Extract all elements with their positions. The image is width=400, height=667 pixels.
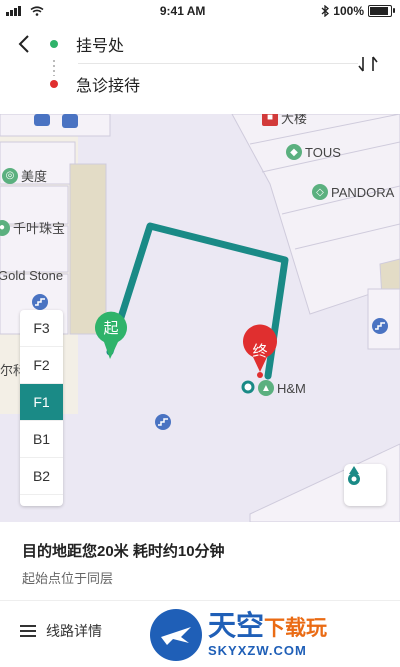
clothing-icon: ▲ [258,380,274,396]
field-divider [78,63,358,64]
route-info-panel: 目的地距您20米 耗时约10分钟 起始点位于同层 [0,522,400,600]
poi-hm-label: H&M [277,380,306,396]
route-panel: 挂号处 急诊接待 [0,22,400,114]
poi-pandora[interactable]: ◇ PANDORA [312,184,394,200]
end-point-field[interactable]: 急诊接待 [50,66,340,102]
route-detail-label: 线路详情 [46,623,102,639]
start-dot-icon [50,40,58,48]
route-summary: 目的地距您20米 耗时约10分钟 [22,543,225,560]
start-marker-label: 起 [103,319,118,337]
brand-slogan: 下载玩 [264,617,328,640]
poi-tous-label: TOUS [305,144,341,160]
status-time: 9:41 AM [159,4,206,18]
poi-pandora-label: PANDORA [331,184,395,200]
store-icon: ◇ [312,184,328,200]
end-point-label: 急诊接待 [76,78,141,95]
stairs-icon [155,414,171,430]
poi-hm[interactable]: ▲ H&M [258,380,306,396]
poi-dalou[interactable]: ■ 大楼 [262,114,307,127]
floor-f2[interactable]: F2 [20,347,63,384]
floor-switcher: F3 F2 F1 B1 B2 B3 [20,310,63,506]
floor-f1[interactable]: F1 [20,384,63,421]
poi-qianye-label: 千叶珠宝 [13,221,66,236]
floor-b2[interactable]: B2 [20,458,63,495]
status-bar: 9:41 AM 100% [0,0,400,22]
brand-url: SKYXZW.COM [208,643,307,658]
store-icon: ● [0,219,10,236]
poi-dalou-label: 大楼 [281,114,308,126]
chevron-left-icon [18,35,29,53]
bluetooth-icon [321,5,330,17]
route-note: 起始点位于同层 [22,571,114,586]
floor-b1[interactable]: B1 [20,421,63,458]
floor-b3[interactable]: B3 [20,495,63,506]
battery-percent: 100% [333,4,364,18]
wifi-icon [30,6,44,16]
current-location-icon [241,380,255,394]
store-icon: ■ [262,114,278,126]
start-point-field[interactable]: 挂号处 [50,26,340,62]
poi-meidu-label: 美度 [21,169,48,184]
compass-icon [348,466,360,485]
plane-logo-icon [150,609,202,661]
swap-icon [358,56,378,72]
store-icon: ◎ [2,167,18,184]
watermark-logo: 天空下载玩 SKYXZW.COM [150,609,395,661]
poi-qianye[interactable]: ● 千叶珠宝 [0,218,65,237]
stairs-icon [372,318,388,334]
brand-name: 天空 [208,610,265,641]
end-marker-label: 终 [252,342,267,360]
signal-icon [6,6,21,16]
back-button[interactable] [12,32,36,56]
end-dot-icon [50,80,58,88]
floor-f3[interactable]: F3 [20,310,63,347]
stairs-icon [32,294,48,310]
poi-tous[interactable]: ◆ TOUS [286,144,341,160]
locate-button[interactable] [344,464,386,506]
poi-goldstone-label: Gold Stone [0,268,64,283]
poi-meidu[interactable]: ◎ 美度 [2,166,47,185]
store-icon: ◆ [286,144,302,160]
list-icon [20,625,36,637]
battery-icon [368,5,395,17]
battery-fill [370,7,388,15]
bottom-bar: 线路详情 天空下载玩 SKYXZW.COM [0,600,400,667]
start-point-label: 挂号处 [76,38,125,55]
route-detail-button[interactable]: 线路详情 [20,621,102,641]
poi-goldstone[interactable]: Gold Stone [0,268,63,283]
swap-button[interactable] [354,50,382,78]
